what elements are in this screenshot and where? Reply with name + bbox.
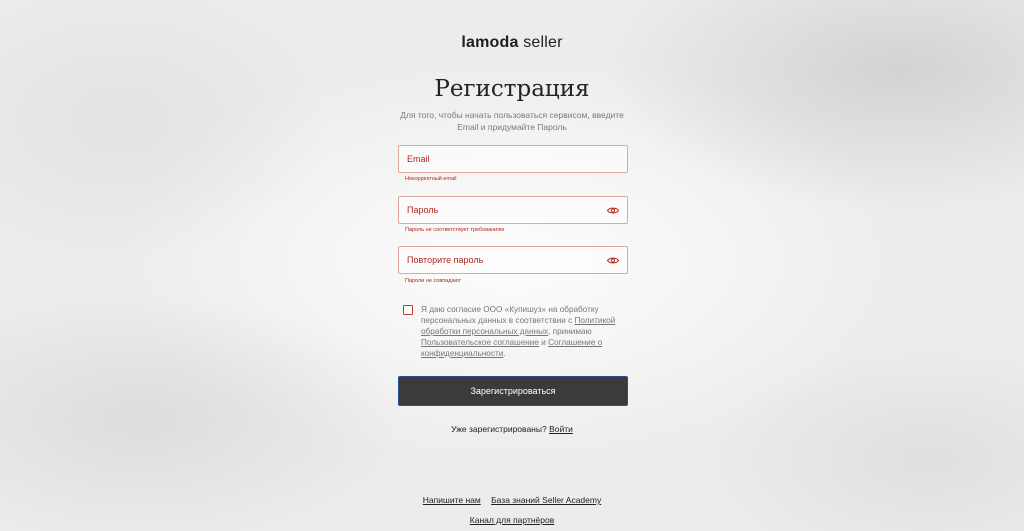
repeat-password-input[interactable] (399, 247, 627, 273)
footer-links-secondary: Канал для партнёров (0, 515, 1024, 525)
consent-text-part: . (503, 349, 506, 358)
knowledge-base-link[interactable]: База знаний Seller Academy (491, 495, 601, 505)
user-agreement-link[interactable]: Пользовательское соглашение (421, 338, 539, 347)
page-subtitle: Для того, чтобы начать пользоваться серв… (400, 110, 624, 132)
page-title: Регистрация (434, 76, 590, 102)
eye-icon[interactable] (607, 206, 619, 215)
register-button[interactable]: Зарегистрироваться (398, 376, 628, 406)
password-input[interactable] (399, 197, 627, 223)
consent-text: Я даю согласие ООО «Купишуз» на обработк… (421, 304, 631, 359)
email-field[interactable]: Email (398, 145, 628, 173)
email-input[interactable] (399, 146, 627, 172)
logo-suffix: seller (518, 34, 563, 51)
footer-links: Напишите нам База знаний Seller Academy (0, 495, 1024, 505)
partner-channel-link[interactable]: Канал для партнёров (470, 515, 554, 525)
consent-text-part: и (538, 338, 549, 347)
password-field[interactable]: Пароль (398, 196, 628, 224)
login-question: Уже зарегистрированы? (451, 424, 550, 434)
logo-brand: lamoda (461, 34, 519, 51)
password-error: Пароль не соответствует требованиям (405, 227, 505, 233)
consent-text-part: Я даю согласие ООО «Купишуз» на обработк… (421, 305, 599, 325)
consent-checkbox[interactable] (403, 305, 413, 315)
repeat-password-field[interactable]: Повторите пароль (398, 246, 628, 274)
login-prompt: Уже зарегистрированы? Войти (0, 424, 1024, 434)
repeat-password-error: Пароли не совпадают (405, 278, 462, 284)
write-us-link[interactable]: Напишите нам (423, 495, 481, 505)
eye-icon[interactable] (607, 256, 619, 265)
login-link[interactable]: Войти (549, 424, 573, 434)
consent-text-part: , принимаю (548, 327, 592, 336)
email-error: Некорректный email (405, 176, 457, 182)
logo: lamoda seller (0, 34, 1024, 52)
